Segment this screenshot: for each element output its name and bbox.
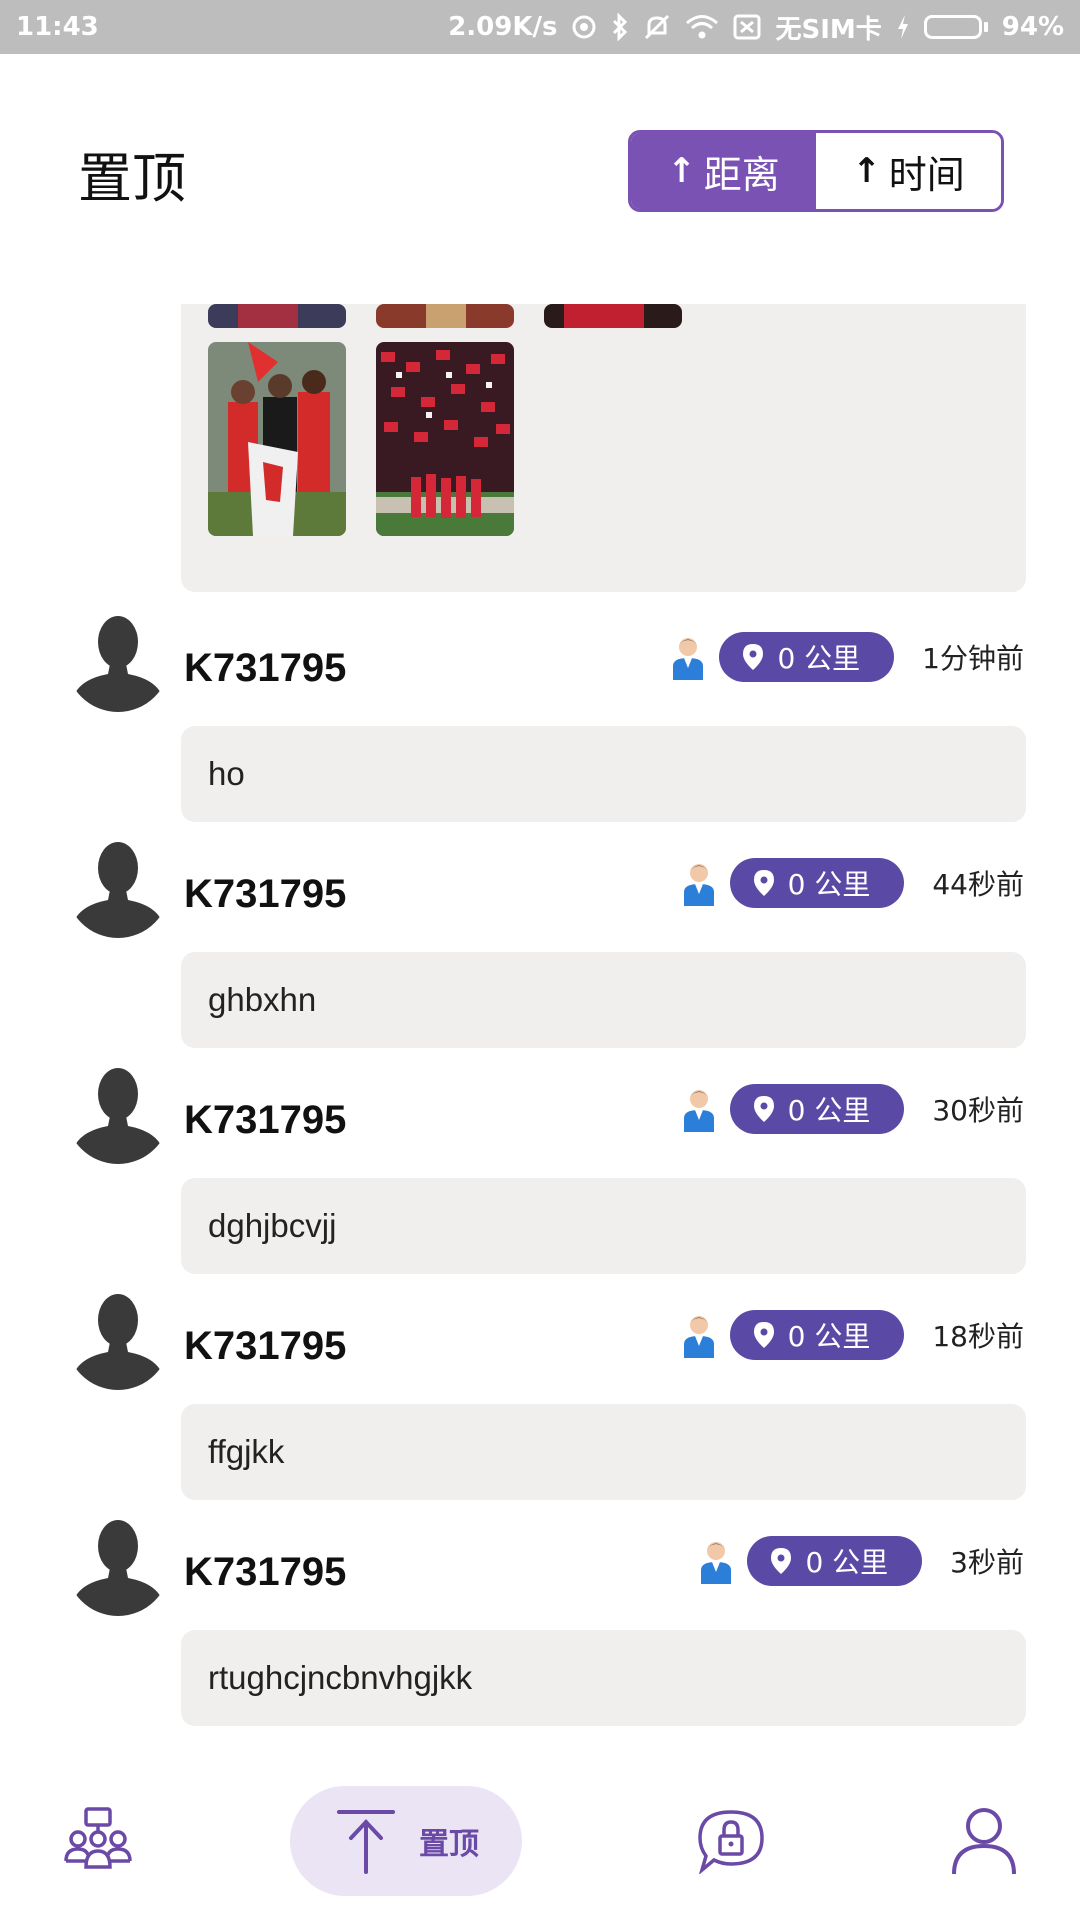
- post-time: 18秒前: [932, 1320, 1024, 1353]
- nav-pin-top-button[interactable]: 置顶: [290, 1786, 522, 1896]
- photo-thumbnail[interactable]: [208, 342, 346, 536]
- hotspot-icon: [571, 14, 597, 40]
- post-item[interactable]: K731795 0 公里 30秒前 dghjbcvjj: [0, 1060, 1080, 1286]
- location-pin-icon: [753, 870, 774, 896]
- distance-label: 0 公里: [787, 1094, 871, 1127]
- charging-icon: [896, 14, 910, 40]
- message-bubble[interactable]: ho: [181, 726, 1026, 822]
- post-time: 3秒前: [950, 1546, 1024, 1579]
- distance-label: 0 公里: [777, 642, 861, 675]
- location-pin-icon: [753, 1322, 774, 1348]
- status-time: 11:43: [16, 12, 99, 42]
- distance-label: 0 公里: [787, 1320, 871, 1353]
- username: K731795: [184, 646, 347, 690]
- location-pin-icon: [743, 644, 764, 670]
- lock-chat-icon: [698, 1810, 764, 1874]
- username: K731795: [184, 1098, 347, 1142]
- post-time: 44秒前: [932, 868, 1024, 901]
- profile-icon: [952, 1808, 1016, 1875]
- sort-time-button[interactable]: ↑ 时间: [816, 133, 1001, 209]
- user-type-icon: [701, 1542, 732, 1584]
- avatar[interactable]: [66, 1512, 170, 1616]
- post-meta: 0 公里 1分钟前: [671, 632, 1024, 682]
- header: 置顶 ↑ 距离 ↑ 时间: [0, 54, 1080, 304]
- distance-badge: 0 公里: [729, 858, 905, 908]
- message-bubble[interactable]: dghjbcvjj: [181, 1178, 1026, 1274]
- photo-thumbnail[interactable]: [208, 304, 346, 328]
- nav-profile-button[interactable]: [934, 1786, 1034, 1896]
- sort-distance-label: 距离: [703, 152, 780, 197]
- avatar[interactable]: [66, 834, 170, 938]
- nav-private-chat-button[interactable]: [676, 1786, 786, 1896]
- page-title: 置顶: [78, 147, 186, 210]
- username: K731795: [184, 872, 347, 916]
- post-meta: 0 公里 44秒前: [682, 858, 1024, 908]
- avatar[interactable]: [66, 608, 170, 712]
- battery-percent: 94%: [1001, 12, 1064, 42]
- no-sim-icon: [733, 14, 761, 40]
- net-speed: 2.09K/s: [448, 12, 558, 42]
- post-feed[interactable]: K731795 0 公里 1分钟前 ho K731795 0 公里 44秒前 g…: [0, 304, 1080, 1768]
- sort-toggle: ↑ 距离 ↑ 时间: [628, 130, 1004, 212]
- sim-status: 无SIM卡: [775, 14, 882, 45]
- image-post-card[interactable]: [181, 304, 1026, 592]
- nav-pin-top-label: 置顶: [419, 1827, 479, 1862]
- avatar[interactable]: [66, 1060, 170, 1164]
- pin-top-icon: [337, 1810, 395, 1874]
- group-icon: [64, 1807, 132, 1869]
- photo-thumbnail[interactable]: [376, 342, 514, 536]
- post-item[interactable]: K731795 0 公里 18秒前 ffgjkk: [0, 1286, 1080, 1512]
- arrow-up-icon: ↑: [667, 151, 696, 191]
- username: K731795: [184, 1550, 347, 1594]
- distance-badge: 0 公里: [719, 632, 895, 682]
- post-meta: 0 公里 18秒前: [682, 1310, 1024, 1360]
- nav-group-button[interactable]: [48, 1786, 148, 1896]
- post-item[interactable]: K731795 0 公里 1分钟前 ho: [0, 608, 1080, 834]
- wifi-icon: [685, 14, 719, 40]
- mute-icon: [643, 13, 671, 41]
- post-time: 1分钟前: [922, 642, 1024, 675]
- distance-badge: 0 公里: [729, 1084, 905, 1134]
- post-meta: 0 公里 30秒前: [682, 1084, 1024, 1134]
- sort-distance-button[interactable]: ↑ 距离: [631, 133, 816, 209]
- post-meta: 0 公里 3秒前: [699, 1536, 1024, 1586]
- post-time: 30秒前: [932, 1094, 1024, 1127]
- distance-badge: 0 公里: [729, 1310, 905, 1360]
- avatar[interactable]: [66, 1286, 170, 1390]
- distance-label: 0 公里: [787, 868, 871, 901]
- photo-thumbnail[interactable]: [544, 304, 682, 328]
- user-type-icon: [673, 638, 704, 680]
- message-bubble[interactable]: ffgjkk: [181, 1404, 1026, 1500]
- battery-icon: [923, 15, 988, 39]
- post-item[interactable]: K731795 0 公里 3秒前 rtughcjncbnvhgjkk: [0, 1512, 1080, 1738]
- user-type-icon: [683, 1090, 714, 1132]
- arrow-up-icon: ↑: [852, 151, 881, 191]
- photo-thumbnail[interactable]: [376, 304, 514, 328]
- user-type-icon: [683, 864, 714, 906]
- message-bubble[interactable]: ghbxhn: [181, 952, 1026, 1048]
- location-pin-icon: [771, 1548, 792, 1574]
- user-type-icon: [683, 1316, 714, 1358]
- location-pin-icon: [753, 1096, 774, 1122]
- distance-badge: 0 公里: [747, 1536, 923, 1586]
- bottom-nav: 置顶: [0, 1768, 1080, 1920]
- sort-time-label: 时间: [888, 152, 965, 197]
- message-bubble[interactable]: rtughcjncbnvhgjkk: [181, 1630, 1026, 1726]
- bluetooth-icon: [611, 13, 629, 41]
- username: K731795: [184, 1324, 347, 1368]
- status-bar: 11:43 2.09K/s 无SIM卡 94%: [0, 0, 1080, 54]
- distance-label: 0 公里: [805, 1546, 889, 1579]
- post-item[interactable]: K731795 0 公里 44秒前 ghbxhn: [0, 834, 1080, 1060]
